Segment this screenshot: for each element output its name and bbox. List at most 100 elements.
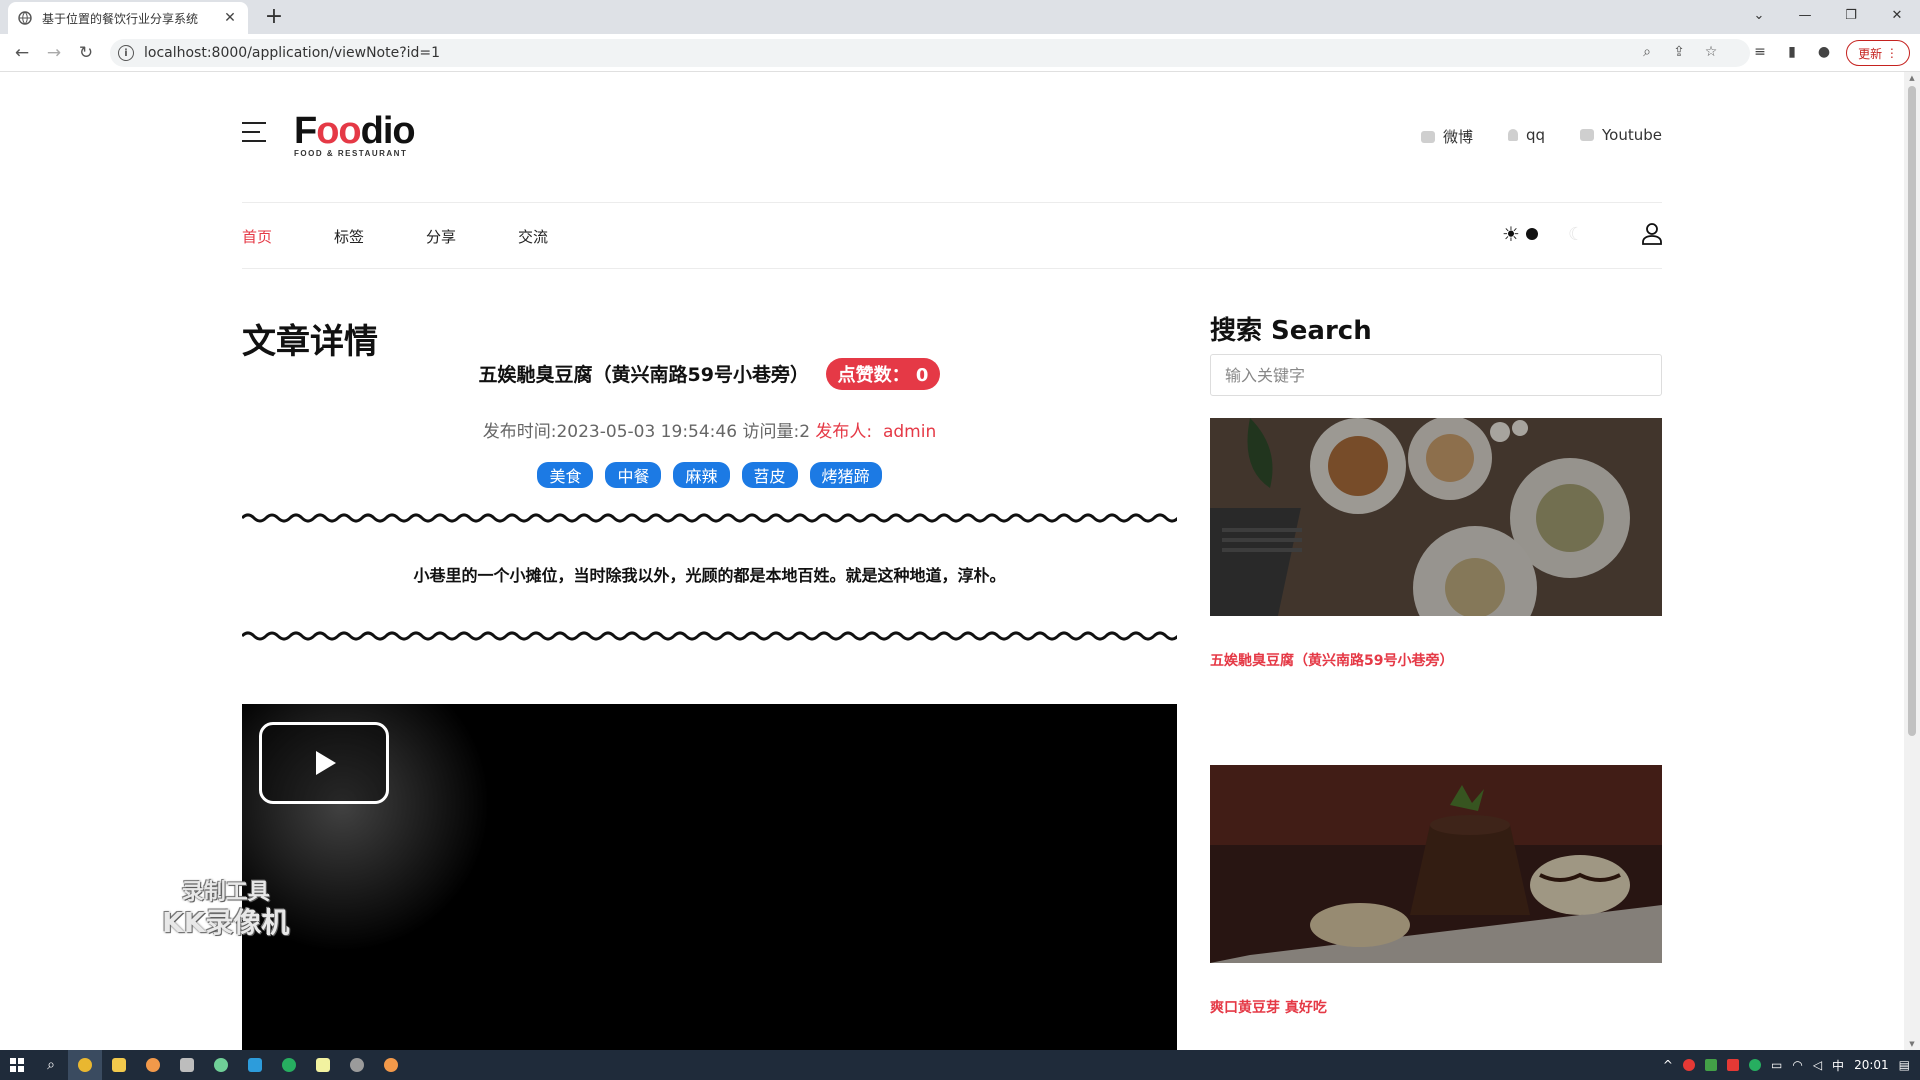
main-nav: 首页 标签 分享 交流 — [242, 226, 610, 247]
tray-app-icon[interactable] — [1682, 1059, 1695, 1071]
notes-icon[interactable] — [306, 1050, 340, 1080]
clock[interactable]: 20:01 — [1854, 1058, 1889, 1072]
reload-icon[interactable]: ↻ — [76, 43, 96, 63]
play-button[interactable] — [259, 722, 389, 804]
bookmark-star-icon[interactable]: ☆ — [1702, 43, 1720, 61]
views-label: 访问量: — [742, 422, 800, 442]
nav-divider — [242, 268, 1662, 269]
publish-label: 发布时间: — [482, 422, 557, 442]
update-label: 更新 — [1858, 46, 1883, 61]
taskbar: ⌕ ^ ▭ ◠ ◁ 中 20:01 ▤ — [0, 1050, 1920, 1080]
qq-icon — [1508, 129, 1518, 141]
new-tab-button[interactable]: + — [262, 4, 286, 29]
search-input[interactable] — [1210, 354, 1662, 396]
tag[interactable]: 烤猪蹄 — [809, 462, 882, 488]
info-icon[interactable]: i — [118, 45, 134, 61]
article-title-text: 五娭馳臭豆腐（黄兴南路59号小巷旁） — [478, 364, 809, 386]
watermark-line1: 录制工具 — [181, 880, 270, 905]
site-logo[interactable]: Foodio FOOD & RESTAURANT — [294, 110, 416, 158]
weibo-icon — [1421, 130, 1435, 143]
article-title: 五娭馳臭豆腐（黄兴南路59号小巷旁） 点赞数： 0 — [242, 358, 1177, 390]
volume-icon[interactable]: ◁ — [1813, 1058, 1822, 1072]
tab-title: 基于位置的餐饮行业分享系统 — [42, 11, 199, 26]
tag[interactable]: 苕皮 — [741, 462, 798, 488]
article-meta: 发布时间:2023-05-03 19:54:46 访问量:2 发布人: admi… — [242, 417, 1177, 442]
ime-indicator[interactable]: 中 — [1832, 1057, 1844, 1074]
social-label: qq — [1526, 126, 1546, 144]
profile-icon[interactable]: ● — [1814, 42, 1834, 62]
search-icon[interactable]: ⌕ — [34, 1050, 68, 1080]
page-title: 文章详情 — [242, 322, 378, 362]
logo-subtitle: FOOD & RESTAURANT — [294, 149, 408, 158]
side-panel-icon[interactable]: ▮ — [1782, 42, 1802, 62]
url-field[interactable]: i localhost:8000/application/viewNote?id… — [110, 39, 1750, 67]
tag[interactable]: 中餐 — [605, 462, 662, 488]
youtube-icon — [1580, 129, 1594, 141]
url-text: localhost:8000/application/viewNote?id=1 — [144, 45, 441, 61]
wechat-icon[interactable] — [272, 1050, 306, 1080]
food-image-dessert[interactable] — [1210, 765, 1662, 963]
scroll-down-icon[interactable]: ▼ — [1908, 1040, 1916, 1048]
pycharm-icon[interactable] — [204, 1050, 238, 1080]
share-icon[interactable]: ⇪ — [1670, 43, 1688, 61]
tag[interactable]: 麻辣 — [673, 462, 730, 488]
menu-icon[interactable] — [242, 122, 266, 142]
tray-app-icon[interactable] — [1726, 1059, 1739, 1071]
file-explorer-icon[interactable] — [102, 1050, 136, 1080]
scrollbar-thumb[interactable] — [1908, 86, 1916, 736]
tab-strip: 基于位置的餐饮行业分享系统 ✕ + ⌄ — ❐ ✕ — [0, 0, 1920, 34]
search-tool-icon[interactable] — [136, 1050, 170, 1080]
recorder-icon[interactable] — [374, 1050, 408, 1080]
browser-tab[interactable]: 基于位置的餐饮行业分享系统 ✕ — [8, 2, 248, 34]
card-title-link[interactable]: 爽口黄豆芽 真好吃 — [1210, 997, 1327, 1017]
snipping-icon[interactable] — [170, 1050, 204, 1080]
user-icon[interactable] — [1642, 223, 1662, 245]
header-divider — [242, 202, 1662, 203]
social-link-qq[interactable]: qq — [1508, 126, 1545, 144]
author-label: 发布人: — [815, 422, 873, 442]
social-label: 微博 — [1443, 128, 1474, 146]
tray-chevron-icon[interactable]: ^ — [1663, 1058, 1673, 1072]
tag[interactable]: 美食 — [537, 462, 594, 488]
update-button[interactable]: 更新 ⋮ — [1846, 40, 1910, 66]
toggle-knob — [1525, 228, 1538, 240]
tab-search-icon[interactable]: ⌄ — [1736, 0, 1782, 30]
network-icon[interactable]: ▭ — [1771, 1058, 1782, 1072]
zoom-icon[interactable]: ⌕ — [1638, 43, 1656, 61]
social-link-weibo[interactable]: 微博 — [1421, 126, 1473, 147]
restore-button[interactable]: ❐ — [1828, 0, 1874, 30]
social-link-youtube[interactable]: Youtube — [1580, 126, 1662, 144]
nav-item-tags[interactable]: 标签 — [334, 226, 364, 247]
theme-toggle[interactable]: ☀ ☾ — [1502, 222, 1584, 246]
chrome-icon[interactable] — [68, 1050, 102, 1080]
forward-icon[interactable]: → — [44, 43, 64, 63]
food-image-breakfast[interactable] — [1210, 418, 1662, 616]
notification-icon[interactable]: ▤ — [1899, 1058, 1910, 1072]
card-title-link[interactable]: 五娭馳臭豆腐（黄兴南路59号小巷旁） — [1210, 650, 1453, 670]
tray-wechat-icon[interactable] — [1748, 1059, 1761, 1071]
tag-list: 美食 中餐 麻辣 苕皮 烤猪蹄 — [242, 462, 1177, 488]
article-body: 小巷里的一个小摊位，当时除我以外，光顾的都是本地百姓。就是这种地道，淳朴。 — [413, 566, 1006, 585]
editor-icon[interactable] — [238, 1050, 272, 1080]
video-player[interactable] — [242, 704, 1177, 1050]
social-label: Youtube — [1602, 126, 1662, 144]
reading-list-icon[interactable]: ≡ — [1750, 42, 1770, 62]
scroll-up-icon[interactable]: ▲ — [1908, 74, 1916, 82]
nav-item-share[interactable]: 分享 — [426, 226, 456, 247]
nav-item-home[interactable]: 首页 — [242, 226, 272, 247]
page-scrollbar[interactable]: ▲ ▼ — [1904, 72, 1920, 1050]
nav-item-community[interactable]: 交流 — [518, 226, 548, 247]
minimize-button[interactable]: — — [1782, 0, 1828, 30]
sun-icon: ☀ — [1502, 222, 1520, 246]
author-name[interactable]: admin — [883, 422, 936, 442]
back-icon[interactable]: ← — [12, 43, 32, 63]
windows-start-icon[interactable] — [0, 1050, 34, 1080]
tray-app-icon[interactable] — [1704, 1059, 1717, 1071]
moon-icon: ☾ — [1567, 223, 1585, 245]
wifi-icon[interactable]: ◠ — [1792, 1058, 1802, 1072]
close-tab-icon[interactable]: ✕ — [222, 10, 238, 26]
settings-icon[interactable] — [340, 1050, 374, 1080]
address-bar: ← → ↻ i localhost:8000/application/viewN… — [0, 34, 1920, 72]
like-button[interactable]: 点赞数： 0 — [825, 358, 941, 390]
close-window-button[interactable]: ✕ — [1874, 0, 1920, 30]
